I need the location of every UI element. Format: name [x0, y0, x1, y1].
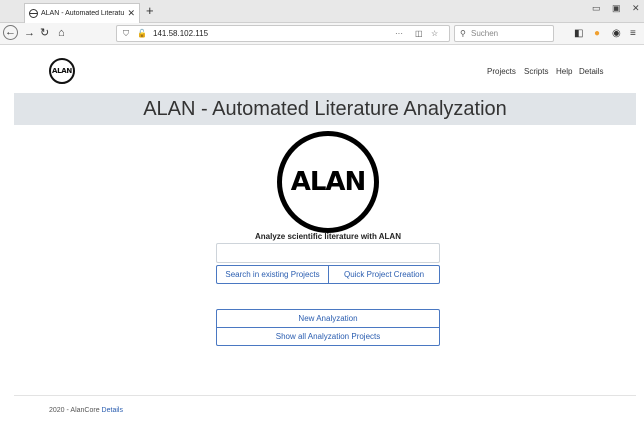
nav-help[interactable]: Help [556, 67, 572, 76]
minimize-icon[interactable]: ▭ [592, 3, 601, 14]
restore-icon[interactable]: ▣ [612, 3, 621, 14]
browser-tab-bar: ALAN - Automated Literature ✕ + ▭ ▣ ✕ [0, 0, 644, 23]
reload-icon[interactable]: ↻ [40, 27, 49, 40]
browser-search-bar[interactable]: ⚲ Suchen [454, 25, 554, 42]
search-icon: ⚲ [460, 29, 466, 38]
alan-logo: ALAN [277, 131, 379, 233]
show-all-projects-button[interactable]: Show all Analyzation Projects [216, 327, 440, 346]
tab-title: ALAN - Automated Literature [41, 10, 125, 17]
shield-icon[interactable]: ⛉ [123, 29, 129, 39]
browser-nav-bar: ← → ↻ ⌂ ⛉ 🔓 141.58.102.115 ··· ◫ ☆ ⚲ Suc… [0, 23, 644, 45]
new-analyzation-button[interactable]: New Analyzation [216, 309, 440, 328]
globe-icon [29, 9, 38, 18]
insecure-lock-icon[interactable]: 🔓 [137, 29, 147, 38]
nav-projects[interactable]: Projects [487, 67, 516, 76]
account-icon[interactable]: ◉ [612, 27, 621, 40]
search-input[interactable] [216, 243, 440, 263]
back-icon[interactable]: ← [3, 25, 18, 40]
address-bar[interactable]: ⛉ 🔓 141.58.102.115 ··· ◫ ☆ [116, 25, 450, 42]
forward-icon[interactable]: → [24, 27, 35, 40]
footer-divider [14, 395, 636, 396]
address-text[interactable]: 141.58.102.115 [153, 29, 208, 38]
extension-icon[interactable]: ● [594, 27, 600, 40]
new-tab-icon[interactable]: + [146, 3, 154, 18]
footer: 2020 - AlanCore Details [49, 407, 123, 414]
page-title: ALAN - Automated Literature Analyzation [14, 93, 636, 125]
nav-scripts[interactable]: Scripts [524, 67, 548, 76]
search-placeholder: Suchen [471, 29, 499, 38]
footer-details-link[interactable]: Details [102, 407, 123, 414]
page-actions-icon[interactable]: ··· [395, 29, 403, 38]
footer-text: 2020 - AlanCore [49, 407, 100, 414]
bookmark-star-icon[interactable]: ☆ [431, 29, 438, 38]
menu-icon[interactable]: ≡ [630, 27, 636, 40]
nav-details[interactable]: Details [579, 67, 603, 76]
home-icon[interactable]: ⌂ [58, 27, 65, 40]
sidebar-icon[interactable]: ◧ [574, 27, 583, 40]
window-close-icon[interactable]: ✕ [632, 3, 640, 14]
header-logo[interactable]: ALAN [49, 58, 75, 84]
browser-tab[interactable]: ALAN - Automated Literature ✕ [24, 3, 140, 23]
quick-project-creation-button[interactable]: Quick Project Creation [328, 265, 440, 284]
close-icon[interactable]: ✕ [127, 8, 135, 19]
pocket-icon[interactable]: ◫ [415, 29, 423, 38]
search-existing-projects-button[interactable]: Search in existing Projects [216, 265, 329, 284]
tagline: Analyze scientific literature with ALAN [255, 232, 401, 241]
